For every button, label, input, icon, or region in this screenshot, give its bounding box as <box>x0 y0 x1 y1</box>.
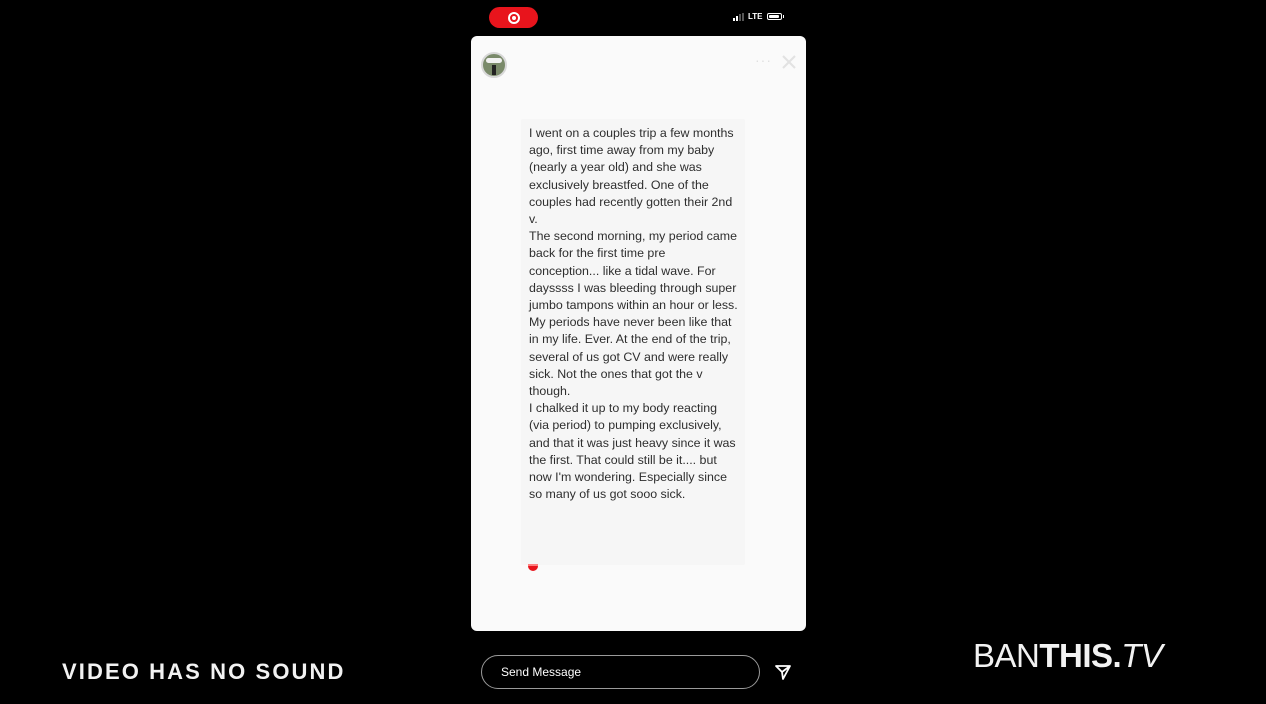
logo-part-tv: TV <box>1121 637 1163 674</box>
no-sound-caption: VIDEO HAS NO SOUND <box>62 659 346 684</box>
screen-recording-indicator <box>489 7 538 28</box>
drop-emoji-icon <box>528 564 538 571</box>
network-label: LTE <box>748 12 763 21</box>
story-message: I went on a couples trip a few months ag… <box>529 126 738 502</box>
send-message-placeholder: Send Message <box>501 665 582 679</box>
send-message-input[interactable]: Send Message <box>481 655 760 689</box>
more-dots-icon[interactable]: ··· <box>755 52 772 68</box>
logo-part-this: THIS. <box>1039 637 1122 674</box>
logo-part-ban: BAN <box>973 637 1040 674</box>
video-frame: LTE ··· I went on a couples trip a few m… <box>0 0 1266 704</box>
story-text-box: I went on a couples trip a few months ag… <box>521 119 745 565</box>
story-card: ··· I went on a couples trip a few month… <box>471 36 806 631</box>
battery-icon <box>766 13 784 20</box>
avatar[interactable] <box>481 52 507 78</box>
signal-icon <box>733 12 744 21</box>
close-icon[interactable] <box>781 54 797 70</box>
banthis-logo: BANTHIS.TV <box>973 637 1163 675</box>
story-header: ··· <box>471 36 806 86</box>
send-icon[interactable] <box>774 663 792 681</box>
status-bar-right: LTE <box>733 12 784 21</box>
record-icon <box>507 11 520 24</box>
